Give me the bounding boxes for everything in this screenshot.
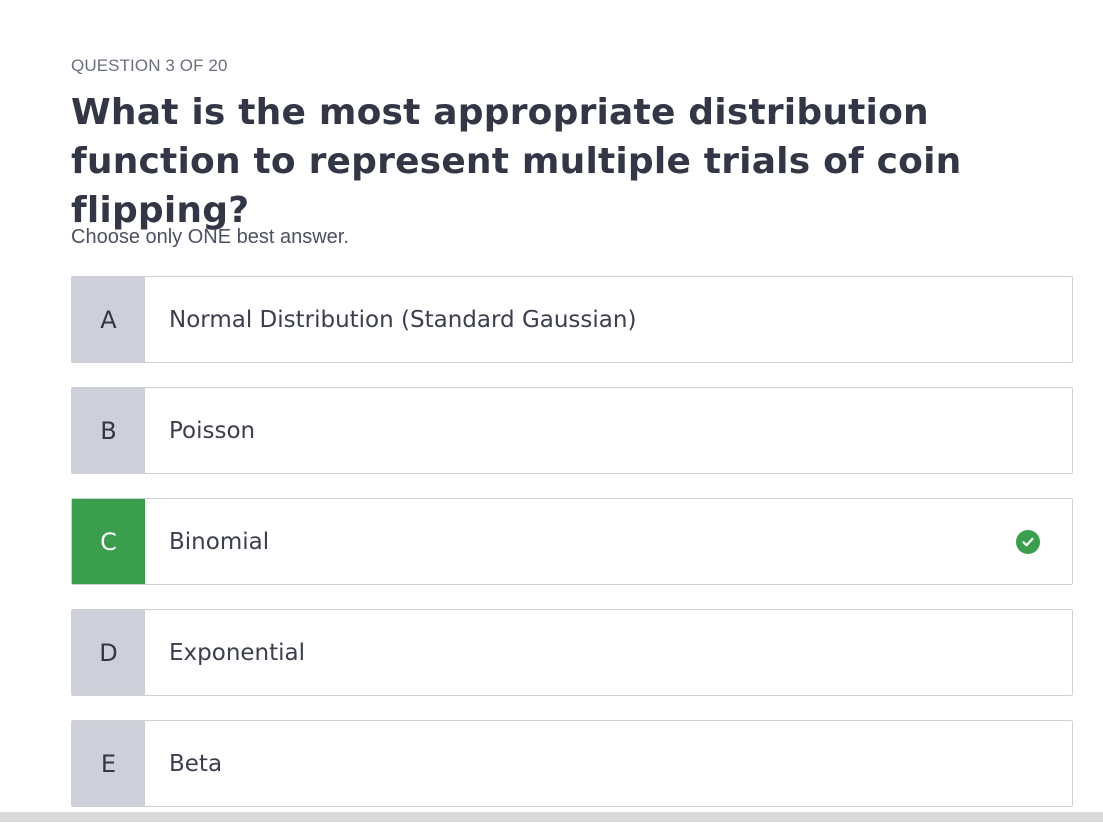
answer-instruction: Choose only ONE best answer.	[71, 226, 349, 248]
option-c[interactable]: C Binomial	[71, 498, 1073, 585]
question-progress: QUESTION 3 OF 20	[71, 56, 228, 75]
option-letter-d: D	[72, 610, 145, 695]
option-letter-a: A	[72, 277, 145, 362]
option-letter-b: B	[72, 388, 145, 473]
option-e[interactable]: E Beta	[71, 720, 1073, 807]
check-circle-icon	[1016, 529, 1040, 554]
option-letter-e: E	[72, 721, 145, 806]
option-text-e: Beta	[169, 750, 223, 777]
option-text-c: Binomial	[169, 528, 270, 555]
option-b[interactable]: B Poisson	[71, 387, 1073, 474]
horizontal-scrollbar[interactable]	[0, 812, 1103, 822]
option-a[interactable]: A Normal Distribution (Standard Gaussian…	[71, 276, 1073, 363]
option-letter-c: C	[72, 499, 145, 584]
answer-options: A Normal Distribution (Standard Gaussian…	[71, 276, 1073, 831]
option-text-d: Exponential	[169, 639, 306, 666]
question-text: What is the most appropriate distributio…	[71, 92, 962, 231]
option-text-a: Normal Distribution (Standard Gaussian)	[169, 306, 637, 333]
option-text-b: Poisson	[169, 417, 256, 444]
option-d[interactable]: D Exponential	[71, 609, 1073, 696]
